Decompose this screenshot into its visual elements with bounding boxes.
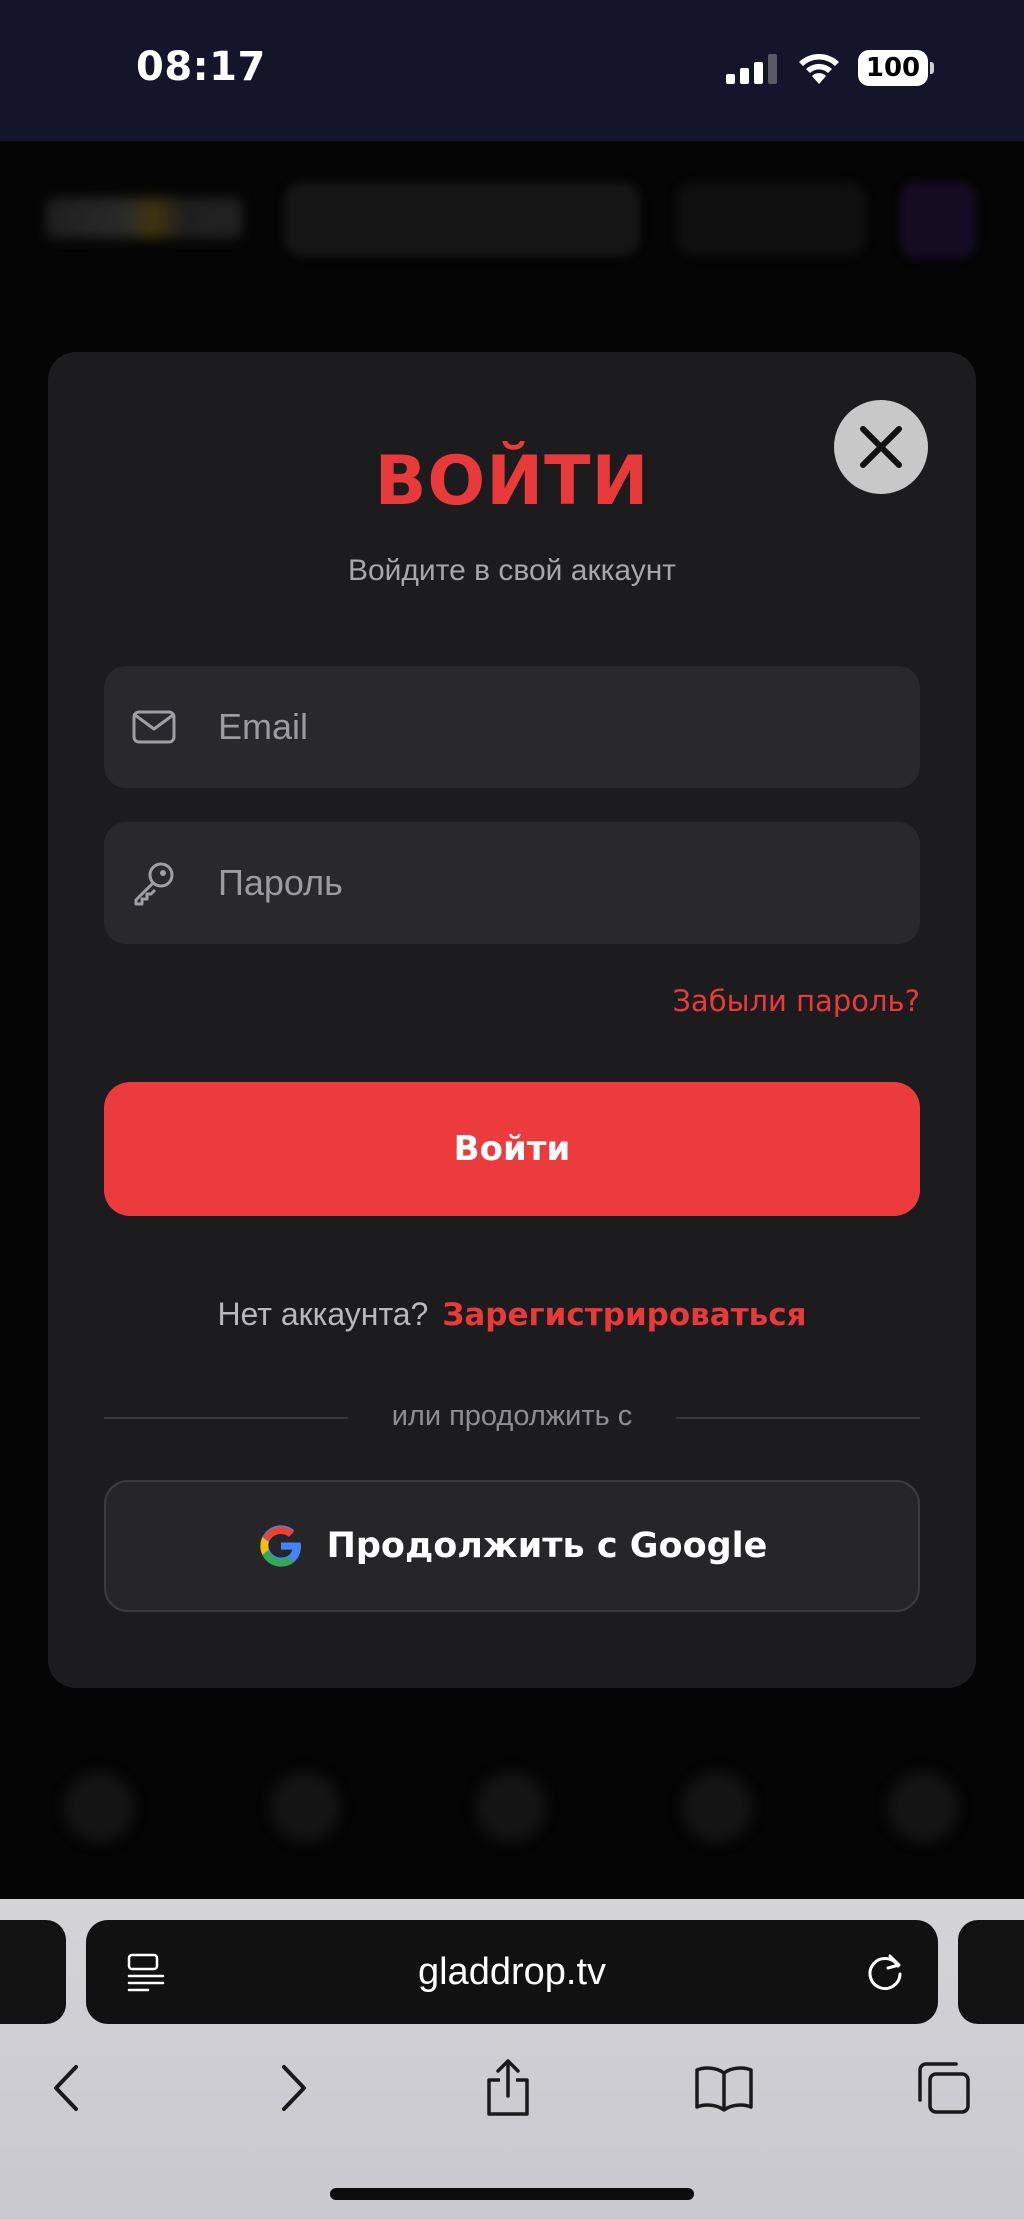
- email-field[interactable]: [104, 666, 920, 788]
- previous-tab-preview[interactable]: [0, 1920, 66, 2024]
- share-icon: [487, 2059, 529, 2116]
- login-button[interactable]: Войти: [104, 1082, 920, 1216]
- modal-title: ВОЙТИ: [374, 442, 650, 521]
- reload-icon[interactable]: [864, 1950, 908, 1994]
- site-logo-blurred: [46, 198, 242, 238]
- book-icon: [695, 2066, 753, 2112]
- chevron-right-icon: [282, 2065, 306, 2111]
- key-icon: [134, 862, 174, 906]
- email-input[interactable]: [218, 666, 898, 788]
- back-button[interactable]: [38, 2058, 98, 2118]
- tabs-icon: [918, 2062, 970, 2114]
- tabs-button[interactable]: [914, 2058, 974, 2118]
- google-icon: [259, 1525, 301, 1567]
- search-bar-blurred: [284, 182, 640, 256]
- forgot-password-link[interactable]: Забыли пароль?: [672, 984, 920, 1018]
- chevron-left-icon: [54, 2065, 78, 2111]
- password-input[interactable]: [218, 822, 898, 944]
- bookmarks-button[interactable]: [694, 2058, 754, 2118]
- nav-item-blurred: [476, 1772, 546, 1842]
- signup-row: Нет аккаунта? Зарегистрироваться: [48, 1296, 976, 1333]
- wifi-icon: [799, 54, 839, 84]
- battery-level: 100: [858, 50, 928, 86]
- nav-item-blurred: [888, 1772, 958, 1842]
- mail-icon: [132, 710, 176, 744]
- nav-item-blurred: [270, 1772, 340, 1842]
- signup-link[interactable]: Зарегистрироваться: [442, 1297, 806, 1333]
- cellular-signal-icon: [726, 54, 777, 84]
- share-button[interactable]: [478, 2058, 538, 2118]
- screen: 08:17 100 ВОЙТИ Войдите в свой аккаунт E…: [0, 0, 1024, 2219]
- nav-item-blurred: [64, 1772, 134, 1842]
- signup-prompt: Нет аккаунта?: [217, 1296, 429, 1332]
- password-field[interactable]: [104, 822, 920, 944]
- next-tab-preview[interactable]: [958, 1920, 1024, 2024]
- nav-item-blurred: [682, 1772, 752, 1842]
- home-indicator[interactable]: [330, 2188, 694, 2200]
- avatar-blurred: [900, 182, 976, 258]
- address-bar[interactable]: gladdrop.tv: [86, 1920, 938, 2024]
- forward-button[interactable]: [262, 2058, 322, 2118]
- divider-line: [676, 1417, 920, 1419]
- google-login-label: Продолжить с Google: [326, 1526, 768, 1566]
- google-login-button[interactable]: Продолжить с Google: [104, 1480, 920, 1612]
- modal-subtitle: Войдите в свой аккаунт: [347, 554, 677, 587]
- divider-line: [104, 1417, 348, 1419]
- battery-cap: [930, 62, 934, 74]
- battery-indicator: 100: [858, 50, 934, 86]
- balance-widget-blurred: [676, 182, 866, 256]
- status-time: 08:17: [136, 44, 266, 90]
- status-bar: 08:17 100: [0, 0, 1024, 141]
- url-text: gladdrop.tv: [417, 1951, 606, 1993]
- divider-text: или продолжить с: [391, 1400, 633, 1432]
